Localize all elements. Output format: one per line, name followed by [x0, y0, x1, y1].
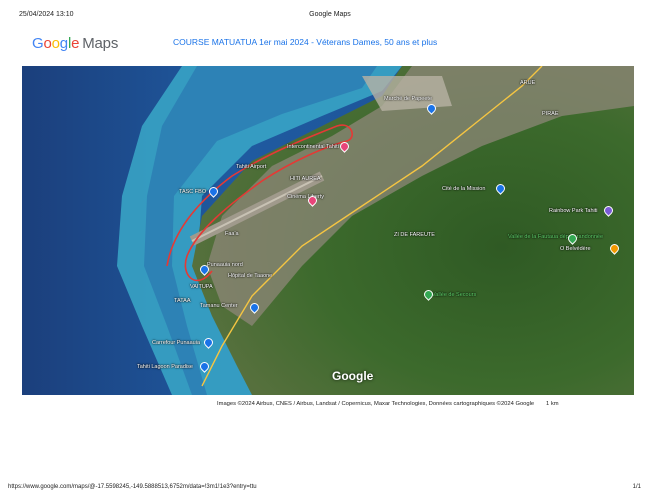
label-ecole[interactable]: Vallée de la Fautaua départ randonnée — [508, 234, 603, 240]
label-vallee-secours[interactable]: Vallée de Secours — [432, 292, 476, 298]
label-tahiti-airport[interactable]: Tahiti Airport — [236, 164, 266, 170]
print-page-title: Google Maps — [309, 11, 351, 18]
footer-page-number: 1/1 — [632, 484, 641, 490]
label-carrefour[interactable]: Carrefour Punaauia — [152, 340, 200, 346]
label-punaauia-north[interactable]: Punaauia nord — [207, 262, 243, 268]
label-cine[interactable]: Cinéma Liberty — [287, 194, 324, 200]
label-belvedere[interactable]: O Belvédère — [560, 246, 591, 252]
satellite-map[interactable]: Marché de Papeete Intercontinental Tahit… — [22, 66, 634, 395]
label-arue[interactable]: ARUE — [520, 80, 535, 86]
logo-maps-text: Maps — [82, 35, 119, 52]
label-hopital[interactable]: Hôpital de Taaone — [228, 273, 272, 279]
label-lagoon[interactable]: Tahiti Lagoon Paradise — [137, 364, 193, 370]
label-tamanu[interactable]: Tamanu Center — [200, 303, 238, 309]
label-rainbow[interactable]: Rainbow Park Tahiti — [549, 208, 598, 214]
label-delfaro[interactable]: ZI DE FAREUTE — [394, 232, 435, 238]
label-tasc[interactable]: TASC FBO — [179, 189, 206, 195]
label-intercontinental[interactable]: Intercontinental Tahiti — [287, 144, 339, 150]
logo-google-text: Google — [32, 35, 80, 52]
label-faaa[interactable]: Faa'a — [225, 231, 239, 237]
label-tataa[interactable]: TATAA — [174, 298, 191, 304]
map-scale: 1 km — [546, 401, 559, 407]
map-google-watermark: Google — [332, 369, 374, 383]
route-title: COURSE MATUATUA 1er mai 2024 - Véterans … — [173, 37, 438, 47]
footer-url: https://www.google.com/maps/@-17.5598245… — [8, 484, 257, 490]
label-pirae[interactable]: PIRAE — [542, 111, 559, 117]
label-hiti[interactable]: HITI AUREA — [290, 176, 321, 182]
google-maps-logo: Google Maps — [32, 35, 118, 52]
map-attribution: Images ©2024 Airbus, CNES / Airbus, Land… — [217, 401, 535, 407]
label-mission[interactable]: Cité de la Mission — [442, 186, 485, 192]
label-vaitupa[interactable]: VAITUPA — [190, 284, 213, 290]
label-marche[interactable]: Marché de Papeete — [384, 96, 432, 102]
